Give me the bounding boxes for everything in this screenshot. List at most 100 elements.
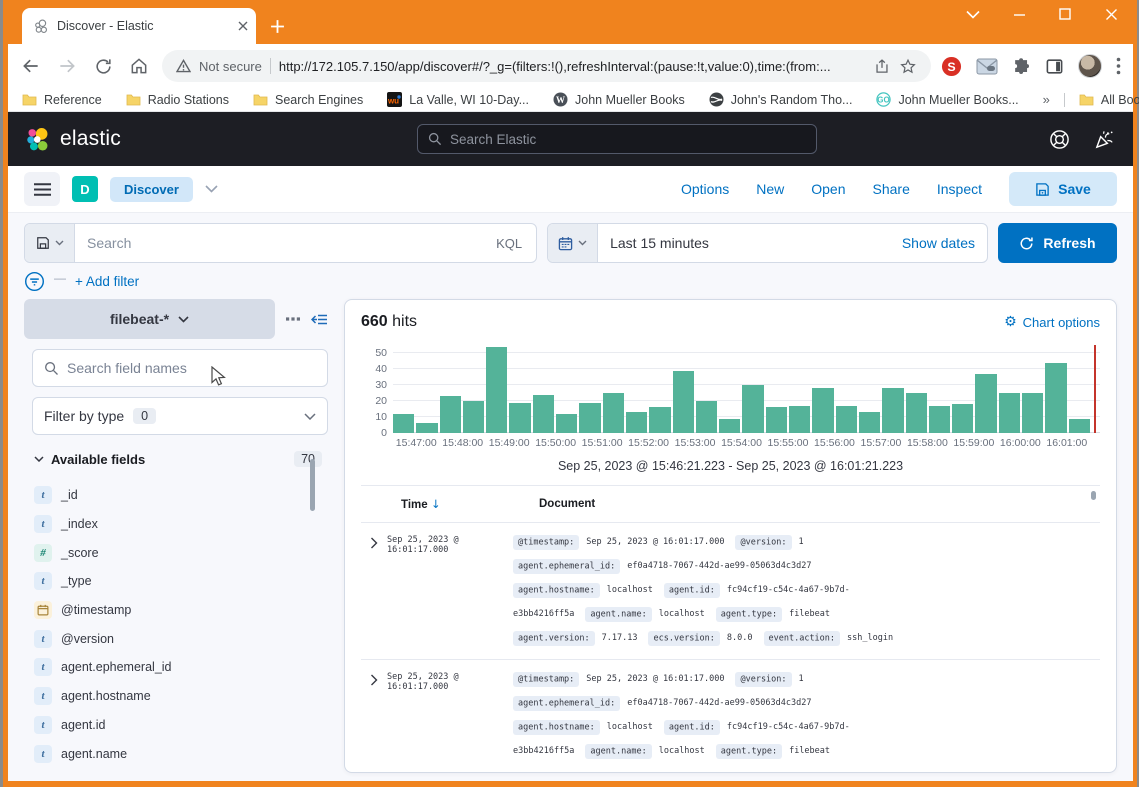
histogram-bar[interactable] <box>393 414 414 433</box>
menu-action-inspect[interactable]: Inspect <box>937 181 982 197</box>
all-bookmarks-button[interactable]: All Bookmarks <box>1079 93 1139 107</box>
field-item[interactable]: t_id <box>34 481 328 510</box>
add-filter-link[interactable]: + Add filter <box>75 274 139 289</box>
column-header-time[interactable]: Time ↓ <box>387 497 539 511</box>
expand-row-chevron-icon[interactable] <box>361 667 387 763</box>
filter-menu-icon[interactable] <box>24 271 45 292</box>
histogram-bar[interactable] <box>929 406 950 433</box>
field-item[interactable]: @timestamp <box>34 596 328 625</box>
bookmark-star-icon[interactable] <box>899 58 917 75</box>
field-item[interactable]: tagent.name <box>34 739 328 768</box>
histogram-bar[interactable] <box>440 396 461 433</box>
window-maximize-icon[interactable] <box>1057 6 1073 22</box>
field-item[interactable]: t_index <box>34 510 328 539</box>
bookmark-item[interactable]: WJohn Mueller Books <box>553 92 685 107</box>
bookmarks-overflow-chevron[interactable]: » <box>1043 92 1050 107</box>
histogram-bar[interactable] <box>789 406 810 433</box>
histogram-bar[interactable] <box>579 403 600 433</box>
security-label[interactable]: Not secure <box>199 59 262 74</box>
address-bar[interactable]: Not secure http://172.105.7.150/app/disc… <box>162 50 931 82</box>
filter-by-type-select[interactable]: Filter by type 0 <box>32 397 328 435</box>
reload-icon[interactable] <box>90 53 116 79</box>
share-icon[interactable] <box>873 58 891 75</box>
saved-query-menu-button[interactable] <box>25 224 75 262</box>
field-item[interactable]: t_type <box>34 567 328 596</box>
bookmark-item[interactable]: Radio Stations <box>126 93 229 107</box>
histogram-bar[interactable] <box>696 401 717 433</box>
histogram-bar[interactable] <box>999 393 1020 433</box>
field-item[interactable]: tagent.id <box>34 711 328 740</box>
bookmark-item[interactable]: John's Random Tho... <box>709 92 853 107</box>
window-close-icon[interactable] <box>1103 6 1119 22</box>
histogram-bar[interactable] <box>603 393 624 433</box>
field-item[interactable]: #_score <box>34 538 328 567</box>
date-quick-select-button[interactable] <box>548 224 598 262</box>
histogram-bar[interactable] <box>1045 363 1066 433</box>
show-dates-link[interactable]: Show dates <box>902 224 987 262</box>
histogram-bar[interactable] <box>812 388 833 433</box>
histogram-bar[interactable] <box>556 414 577 433</box>
time-range-value[interactable]: Last 15 minutes <box>598 224 902 262</box>
sidebar-scrollbar-thumb[interactable] <box>310 459 315 511</box>
extension-mail-icon[interactable] <box>976 58 998 75</box>
field-item[interactable]: t@version <box>34 624 328 653</box>
newsfeed-icon[interactable] <box>1094 129 1115 150</box>
histogram-bar[interactable] <box>416 423 437 433</box>
save-button[interactable]: Save <box>1009 172 1117 206</box>
histogram-bar[interactable] <box>882 388 903 433</box>
global-search-input[interactable] <box>450 132 806 147</box>
bookmark-item[interactable]: Reference <box>22 93 102 107</box>
histogram-bar[interactable] <box>719 419 740 433</box>
side-panel-icon[interactable] <box>1045 57 1064 76</box>
elastic-brand[interactable]: elastic <box>26 127 121 152</box>
menu-action-share[interactable]: Share <box>873 181 910 197</box>
field-search-box[interactable] <box>32 349 328 387</box>
field-item[interactable]: tagent.hostname <box>34 682 328 711</box>
menu-action-open[interactable]: Open <box>811 181 845 197</box>
histogram-bar[interactable] <box>952 404 973 433</box>
not-secure-warning-icon[interactable] <box>176 59 191 73</box>
query-search-input[interactable] <box>87 235 488 251</box>
table-scrollbar-thumb[interactable] <box>1091 491 1096 500</box>
expand-row-chevron-icon[interactable] <box>361 530 387 650</box>
field-search-input[interactable] <box>67 360 316 376</box>
browser-tab[interactable]: Discover - Elastic <box>22 8 256 44</box>
breadcrumb[interactable]: Discover <box>110 177 193 202</box>
sort-descending-icon[interactable]: ↓ <box>431 497 441 511</box>
histogram-bar[interactable] <box>486 347 507 433</box>
bookmark-item[interactable]: Search Engines <box>253 93 363 107</box>
extension-red-s-icon[interactable]: S <box>941 56 962 77</box>
histogram-bar[interactable] <box>1022 393 1043 433</box>
space-avatar[interactable]: D <box>72 176 98 202</box>
field-item[interactable]: tagent.ephemeral_id <box>34 653 328 682</box>
histogram-bar[interactable] <box>906 393 927 433</box>
chart-options-button[interactable]: ⚙ Chart options <box>1004 315 1100 330</box>
index-pattern-select[interactable]: filebeat-* <box>24 299 275 339</box>
available-fields-header[interactable]: Available fields 70 <box>24 445 328 467</box>
window-menu-chevron-icon[interactable] <box>965 6 981 22</box>
new-tab-button[interactable] <box>270 19 285 34</box>
table-row[interactable]: Sep 25, 2023 @ 16:01:17.000@timestamp:Se… <box>361 522 1100 659</box>
browser-menu-icon[interactable] <box>1116 57 1121 75</box>
global-search-bar[interactable] <box>417 124 817 154</box>
histogram-bar[interactable] <box>649 407 670 433</box>
refresh-button[interactable]: Refresh <box>998 223 1117 263</box>
histogram-bar[interactable] <box>859 412 880 433</box>
help-icon[interactable] <box>1049 129 1070 150</box>
forward-icon[interactable] <box>54 53 80 79</box>
back-icon[interactable] <box>18 53 44 79</box>
menu-action-new[interactable]: New <box>756 181 784 197</box>
histogram-bar[interactable] <box>533 395 554 433</box>
histogram-bar[interactable] <box>836 406 857 433</box>
boxes-horizontal-icon[interactable] <box>286 317 300 321</box>
home-icon[interactable] <box>126 53 152 79</box>
menu-action-options[interactable]: Options <box>681 181 729 197</box>
main-menu-hamburger-icon[interactable] <box>24 172 60 206</box>
histogram-bar[interactable] <box>1069 419 1090 433</box>
profile-avatar[interactable] <box>1078 54 1102 78</box>
histogram-bar[interactable] <box>463 401 484 433</box>
extensions-puzzle-icon[interactable] <box>1012 57 1031 76</box>
bookmark-item[interactable]: wuLa Valle, WI 10-Day... <box>387 92 529 107</box>
query-language-label[interactable]: KQL <box>496 236 524 251</box>
histogram-bar[interactable] <box>975 374 996 433</box>
